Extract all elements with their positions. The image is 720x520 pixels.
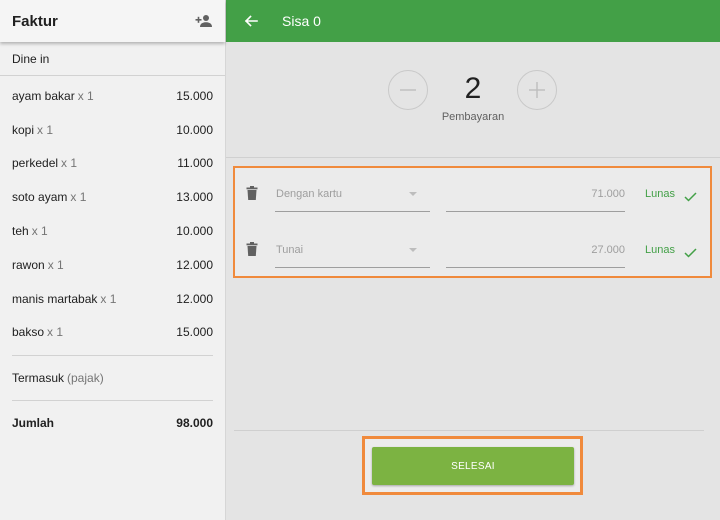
item-price: 10.000 (176, 224, 213, 239)
payment-topbar: Sisa 0 (226, 0, 720, 42)
payment-amount-field[interactable]: 27.000 (446, 226, 625, 268)
delete-payment-icon[interactable] (246, 242, 258, 256)
item-price: 12.000 (176, 291, 213, 306)
invoice-header: Faktur (0, 0, 225, 42)
item-quantity: x 1 (70, 190, 87, 205)
total-row: Jumlah 98.000 (0, 401, 225, 445)
check-icon (684, 189, 697, 202)
item-price: 13.000 (176, 190, 213, 205)
order-item-row[interactable]: rawon x 1 12.000 (12, 248, 213, 282)
order-item-row[interactable]: ayam bakar x 1 15.000 (12, 79, 213, 113)
total-label: Jumlah (12, 416, 55, 431)
section-divider (226, 157, 720, 158)
item-quantity: x 1 (47, 325, 64, 340)
item-name: bakso (12, 325, 45, 340)
payment-status: Lunas (645, 188, 675, 200)
decrease-payments-button[interactable] (388, 70, 428, 110)
order-item-row[interactable]: perkedel x 1 11.000 (12, 147, 213, 181)
item-quantity: x 1 (61, 156, 78, 171)
total-value: 98.000 (176, 416, 213, 431)
invoice-title: Faktur (12, 12, 58, 30)
item-price: 15.000 (176, 325, 213, 340)
item-name: soto ayam (12, 190, 68, 205)
delete-payment-icon[interactable] (246, 186, 258, 200)
item-price: 11.000 (177, 156, 213, 171)
order-item-row[interactable]: bakso x 1 15.000 (12, 316, 213, 350)
minus-icon (400, 89, 416, 91)
payment-status: Lunas (645, 244, 675, 256)
payment-method-select[interactable]: Tunai (275, 226, 430, 268)
finish-button-highlight: SELESAI (362, 436, 583, 495)
order-item-row[interactable]: manis martabak x 1 12.000 (12, 282, 213, 316)
increase-payments-button[interactable] (517, 70, 557, 110)
item-quantity: x 1 (77, 88, 94, 103)
finish-button[interactable]: SELESAI (372, 447, 574, 485)
item-quantity: x 1 (100, 291, 117, 306)
order-item-list: ayam bakar x 1 15.000 kopi x 1 10.000 perk… (0, 79, 225, 349)
remaining-balance-title: Sisa 0 (282, 13, 321, 29)
payment-method-select[interactable]: Dengan kartu (275, 170, 430, 212)
payment-method-value: Dengan kartu (276, 188, 343, 200)
plus-icon (529, 82, 545, 98)
order-item-row[interactable]: soto ayam x 1 13.000 (12, 180, 213, 214)
tax-label: Termasuk (12, 371, 65, 386)
item-name: perkedel (12, 156, 59, 171)
item-price: 10.000 (176, 122, 213, 137)
payment-amount-value: 27.000 (591, 244, 625, 256)
item-name: rawon (12, 257, 45, 272)
item-quantity: x 1 (37, 122, 54, 137)
check-icon (684, 245, 697, 258)
item-price: 15.000 (176, 88, 213, 103)
dropdown-caret-icon (409, 248, 417, 252)
order-item-row[interactable]: kopi x 1 10.000 (12, 113, 213, 147)
payment-row: Tunai 27.000 Lunas (235, 226, 710, 278)
item-name: teh (12, 224, 29, 239)
item-name: manis martabak (12, 291, 98, 306)
item-price: 12.000 (176, 257, 213, 272)
payment-list: Dengan kartu 71.000 Lunas Tunai 27.000 L… (233, 166, 712, 278)
person-add-icon[interactable] (195, 14, 213, 28)
payment-amount-field[interactable]: 71.000 (446, 170, 625, 212)
payment-amount-value: 71.000 (591, 188, 625, 200)
order-item-row[interactable]: teh x 1 10.000 (12, 214, 213, 248)
payment-count-stepper: 2 Pembayaran (388, 70, 558, 130)
invoice-panel: Faktur Dine in ayam bakar x 1 15.000 kopi… (0, 0, 226, 520)
tax-row: Termasuk (pajak) (0, 356, 225, 400)
item-quantity: x 1 (31, 224, 48, 239)
payment-method-value: Tunai (276, 244, 304, 256)
arrow-back-icon[interactable] (244, 14, 258, 28)
tax-note: (pajak) (67, 371, 104, 386)
order-type[interactable]: Dine in (0, 42, 225, 76)
dropdown-caret-icon (409, 192, 417, 196)
item-name: ayam bakar (12, 88, 75, 103)
payment-count-label: Pembayaran (441, 111, 505, 123)
item-quantity: x 1 (47, 257, 64, 272)
item-name: kopi (12, 122, 35, 137)
payment-row: Dengan kartu 71.000 Lunas (235, 170, 710, 222)
payment-count-value: 2 (464, 72, 482, 105)
footer-divider (234, 430, 704, 431)
